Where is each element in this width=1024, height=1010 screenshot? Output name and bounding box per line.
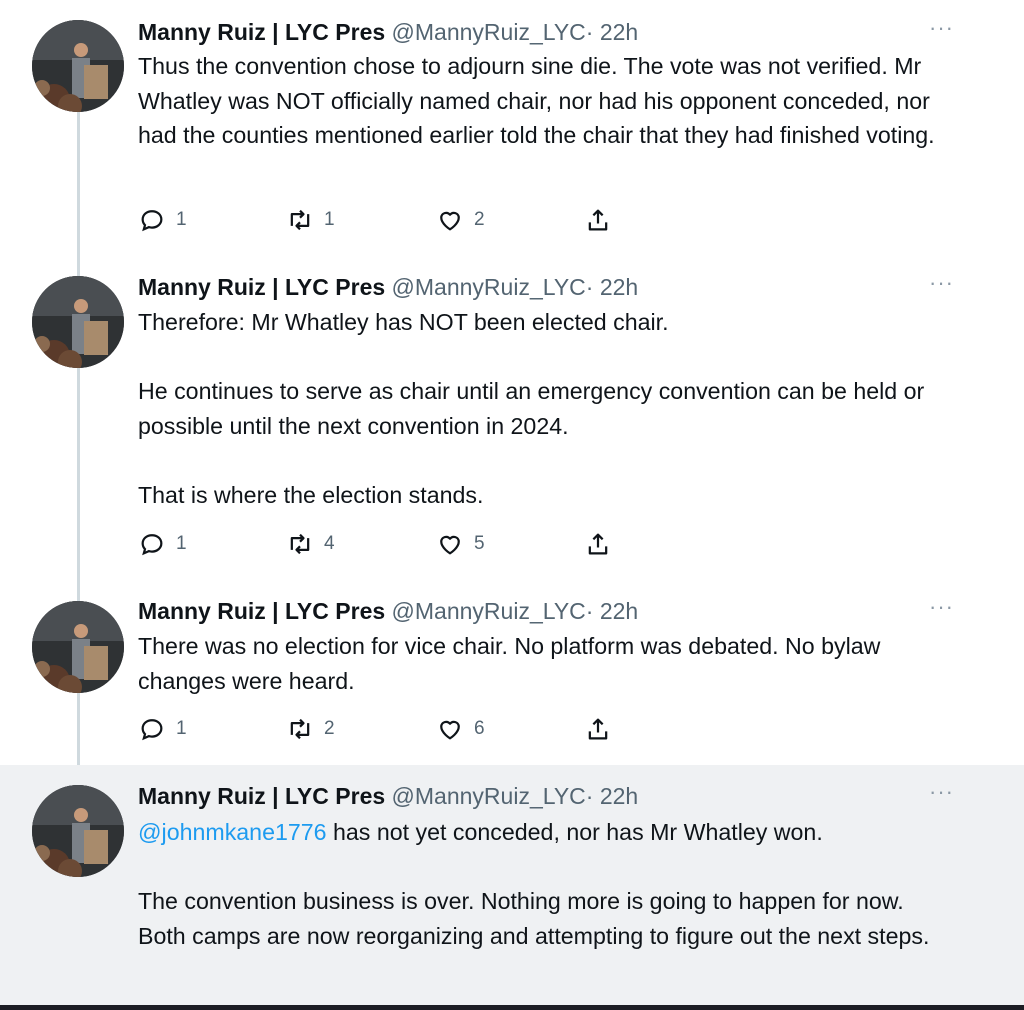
share-button[interactable] [584, 529, 612, 559]
author-name[interactable]: Manny Ruiz | LYC Pres [138, 783, 385, 809]
more-horizontal-icon[interactable]: ··· [929, 17, 954, 47]
tweet-text: Thus the convention chose to adjourn sin… [138, 49, 938, 153]
avatar-image [32, 20, 124, 112]
retweet-button[interactable]: 1 [286, 205, 335, 235]
tweet-header: Manny Ruiz | LYC Pres @MannyRuiz_LYC· 22… [138, 781, 638, 811]
tweet-paragraph: He continues to serve as chair until an … [138, 378, 925, 439]
retweet-button[interactable]: 4 [286, 529, 335, 559]
more-horizontal-icon[interactable]: ··· [929, 781, 954, 811]
avatar[interactable] [32, 601, 124, 693]
tweet-text: @johnmkane1776 has not yet conceded, nor… [138, 815, 938, 953]
tweet[interactable]: Manny Ruiz | LYC Pres @MannyRuiz_LYC· 22… [0, 580, 1024, 765]
reply-count: 1 [176, 533, 187, 554]
tweet-header: Manny Ruiz | LYC Pres @MannyRuiz_LYC· 22… [138, 17, 638, 47]
reply-bubble-icon [141, 210, 163, 232]
like-button[interactable]: 6 [436, 714, 485, 744]
heart-outline-icon [440, 535, 460, 555]
tweet-paragraph-text: has not yet conceded, nor has Mr Whatley… [326, 819, 823, 845]
tweet-time[interactable]: · 22h [586, 19, 638, 45]
share-upload-icon [588, 718, 608, 740]
tweet-paragraph: There was no election for vice chair. No… [138, 633, 881, 694]
tweet-actions: 1 4 5 [138, 529, 638, 559]
share-upload-icon [588, 209, 608, 231]
tweet-actions: 1 1 2 [138, 205, 638, 235]
share-upload-icon [588, 533, 608, 555]
avatar-image [32, 785, 124, 877]
like-button[interactable]: 5 [436, 529, 485, 559]
retweet-arrows-icon [290, 718, 310, 740]
avatar-image [32, 276, 124, 368]
tweet-paragraph: Thus the convention chose to adjourn sin… [138, 53, 935, 148]
retweet-count: 1 [324, 209, 335, 230]
retweet-count: 2 [324, 718, 335, 739]
tweet-actions: 1 2 6 [138, 714, 638, 744]
like-count: 5 [474, 533, 485, 554]
avatar[interactable] [32, 785, 124, 877]
reply-count: 1 [176, 209, 187, 230]
tweet-time[interactable]: · 22h [586, 274, 638, 300]
retweet-arrows-icon [290, 533, 310, 555]
retweet-count: 4 [324, 533, 335, 554]
tweet-time[interactable]: · 22h [586, 598, 638, 624]
avatar[interactable] [32, 20, 124, 112]
heart-outline-icon [440, 211, 460, 231]
avatar[interactable] [32, 276, 124, 368]
tweet-header: Manny Ruiz | LYC Pres @MannyRuiz_LYC· 22… [138, 596, 638, 626]
tweet-paragraph: That is where the election stands. [138, 481, 484, 508]
reply-button[interactable]: 1 [138, 205, 187, 235]
mention-link[interactable]: @johnmkane1776 [138, 819, 327, 845]
share-button[interactable] [584, 205, 612, 235]
tweet-header: Manny Ruiz | LYC Pres @MannyRuiz_LYC· 22… [138, 272, 638, 302]
more-horizontal-icon[interactable]: ··· [929, 272, 954, 302]
author-handle[interactable]: @MannyRuiz_LYC [392, 783, 586, 809]
like-count: 6 [474, 718, 485, 739]
reply-count: 1 [176, 718, 187, 739]
retweet-button[interactable]: 2 [286, 714, 335, 744]
retweet-arrows-icon [290, 209, 310, 231]
tweet-text: There was no election for vice chair. No… [138, 629, 938, 698]
avatar-image [32, 601, 124, 693]
author-name[interactable]: Manny Ruiz | LYC Pres [138, 19, 385, 45]
tweet-paragraph: Therefore: Mr Whatley has NOT been elect… [138, 309, 669, 335]
author-name[interactable]: Manny Ruiz | LYC Pres [138, 598, 385, 624]
tweet[interactable]: Manny Ruiz | LYC Pres @MannyRuiz_LYC· 22… [0, 0, 1024, 255]
reply-button[interactable]: 1 [138, 529, 187, 559]
like-button[interactable]: 2 [436, 205, 485, 235]
tweet-paragraph: The convention business is over. Nothing… [138, 888, 930, 949]
tweet-highlighted[interactable]: Manny Ruiz | LYC Pres @MannyRuiz_LYC· 22… [0, 765, 1024, 1005]
author-handle[interactable]: @MannyRuiz_LYC [392, 274, 586, 300]
tweet-paragraph: @johnmkane1776 has not yet conceded, nor… [138, 815, 938, 850]
author-handle[interactable]: @MannyRuiz_LYC [392, 598, 586, 624]
heart-outline-icon [440, 720, 460, 740]
reply-bubble-icon [141, 719, 163, 741]
author-handle[interactable]: @MannyRuiz_LYC [392, 19, 586, 45]
tweet-text: Therefore: Mr Whatley has NOT been elect… [138, 305, 938, 512]
reply-bubble-icon [141, 534, 163, 556]
author-name[interactable]: Manny Ruiz | LYC Pres [138, 274, 385, 300]
reply-button[interactable]: 1 [138, 714, 187, 744]
tweet[interactable]: Manny Ruiz | LYC Pres @MannyRuiz_LYC· 22… [0, 255, 1024, 580]
more-horizontal-icon[interactable]: ··· [929, 596, 954, 626]
share-button[interactable] [584, 714, 612, 744]
tweet-time[interactable]: · 22h [586, 783, 638, 809]
bottom-edge [0, 1005, 1024, 1010]
like-count: 2 [474, 209, 485, 230]
